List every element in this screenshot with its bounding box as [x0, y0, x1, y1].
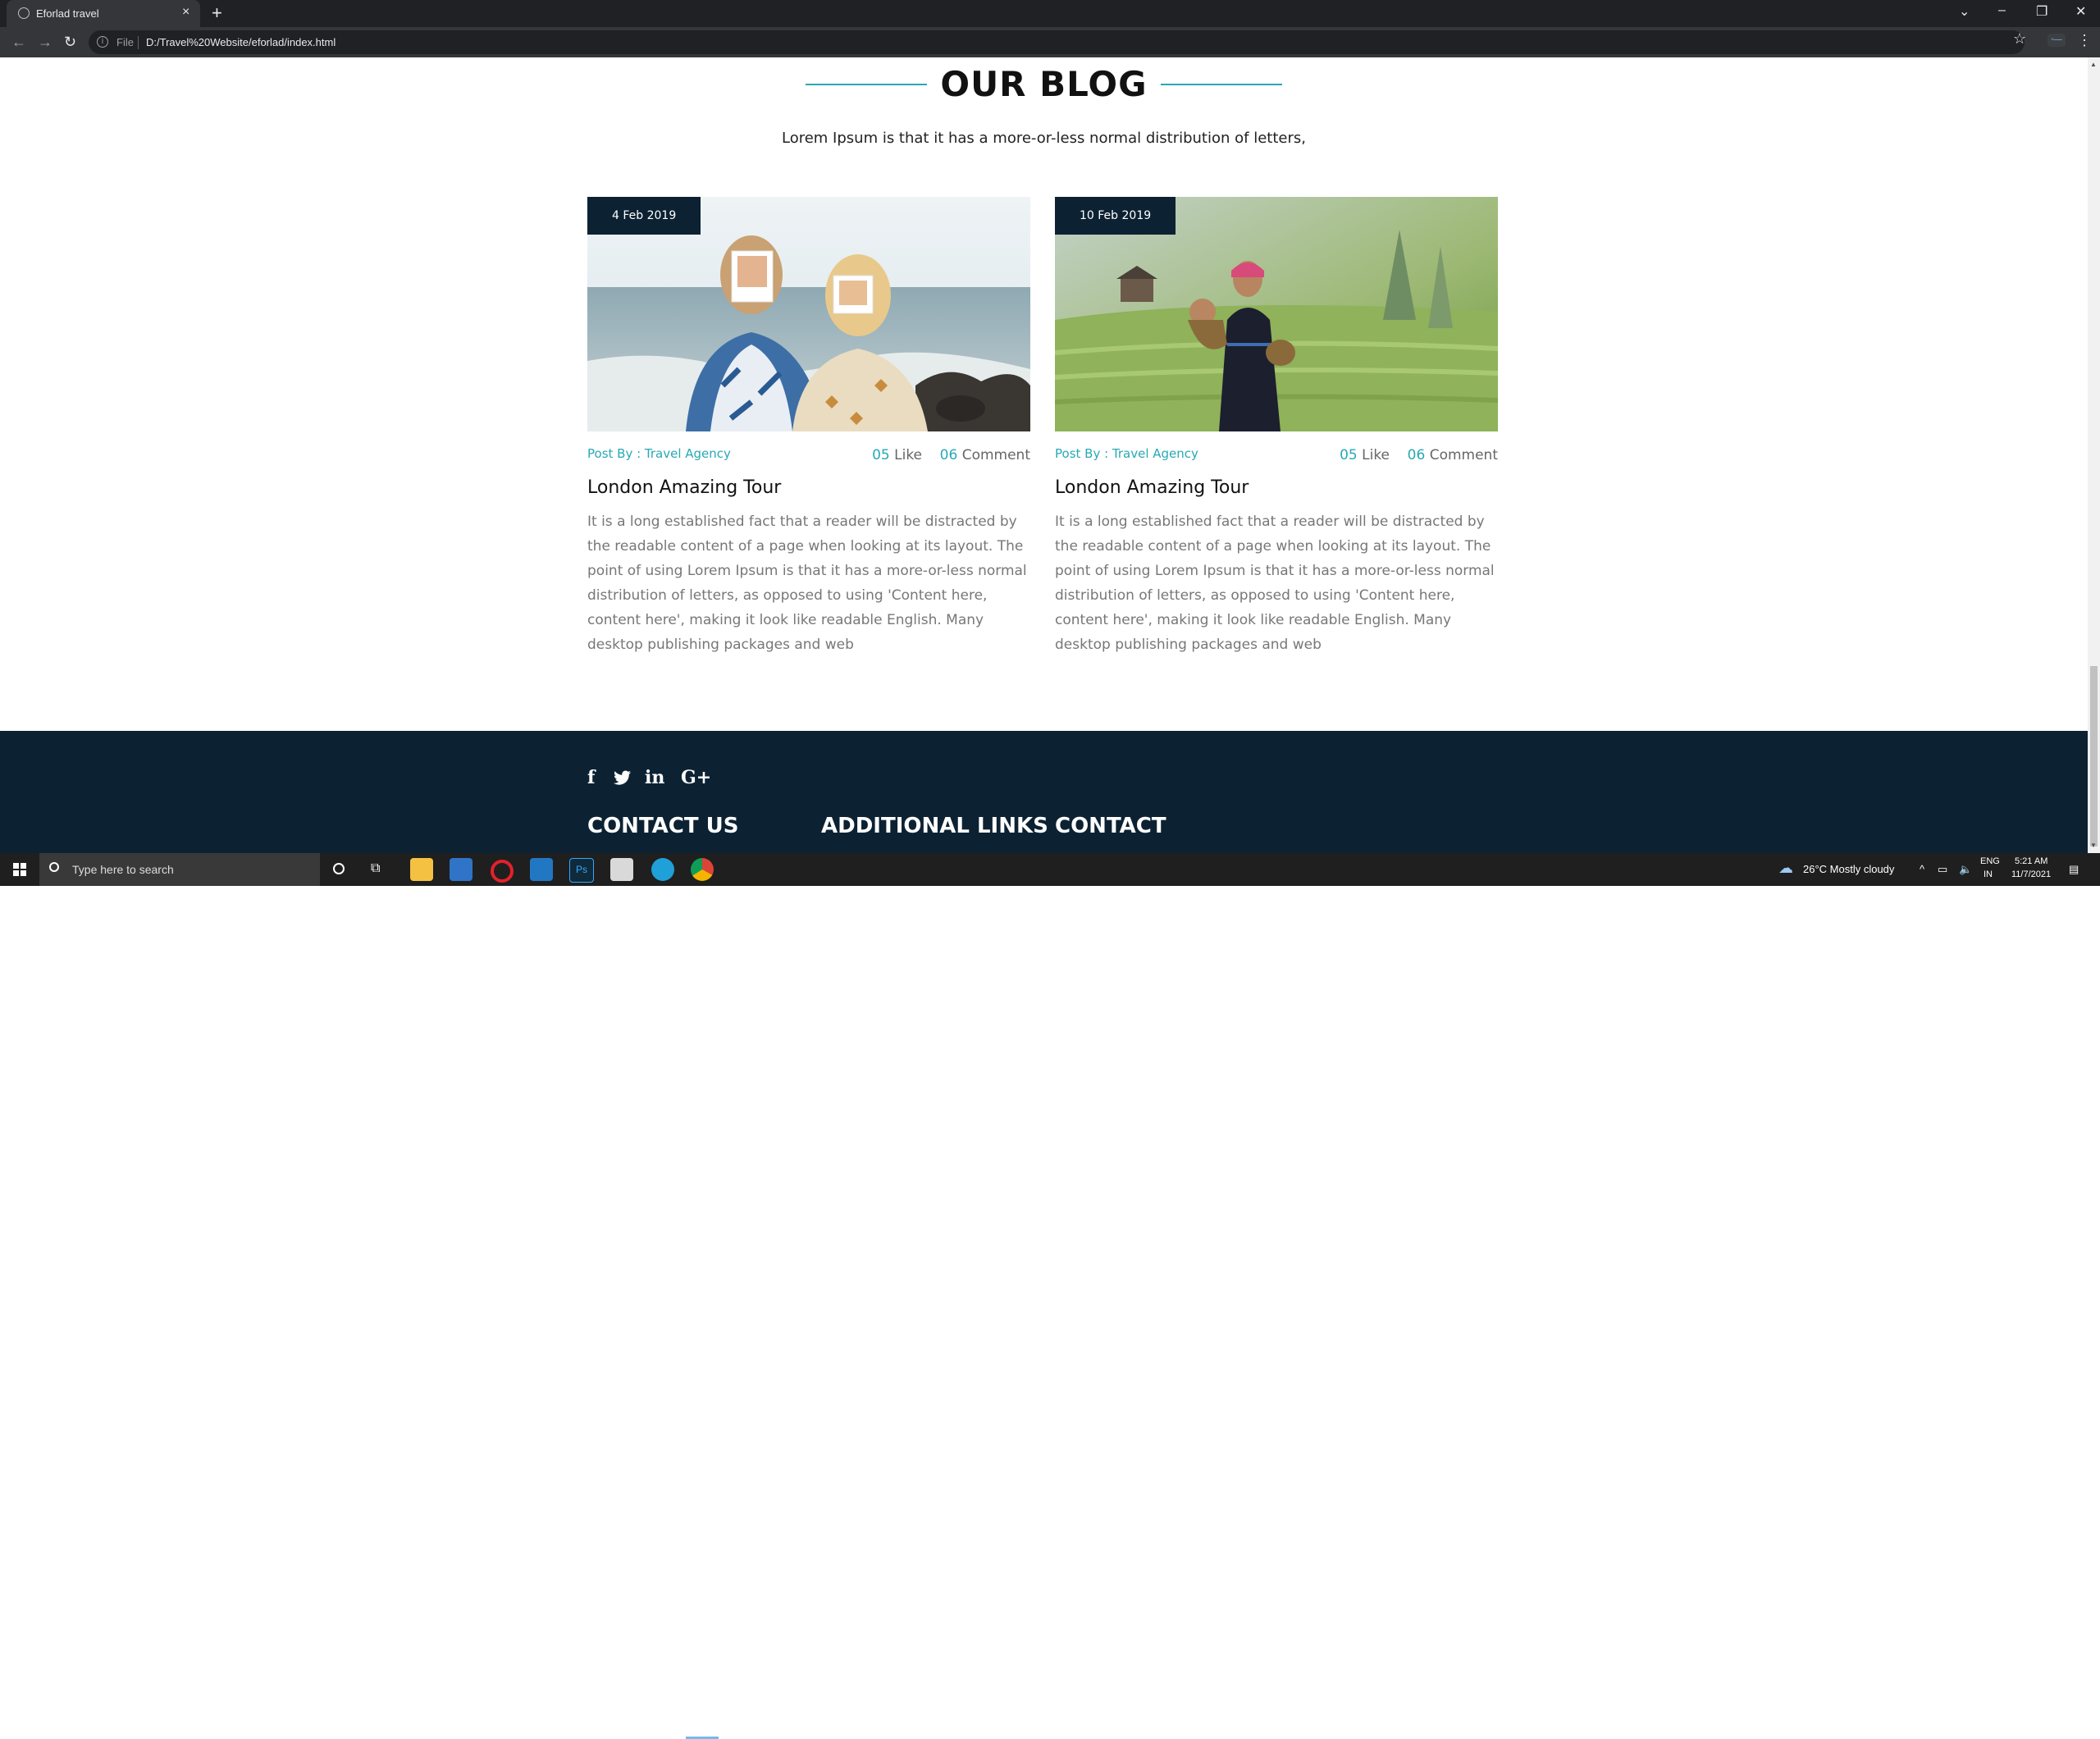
- close-tab-icon[interactable]: ×: [182, 5, 189, 20]
- site-footer: f in G+ CONTACT US ADDITIONAL LINKS CONT…: [0, 731, 2088, 853]
- minimize-button[interactable]: –: [1998, 3, 2006, 18]
- linkedin-icon[interactable]: in: [645, 767, 664, 788]
- blog-subtitle: Lorem Ipsum is that it has a more-or-les…: [782, 130, 1306, 147]
- comment-count: 06: [939, 447, 958, 463]
- restore-button[interactable]: ❐: [2036, 3, 2048, 20]
- post-title[interactable]: London Amazing Tour: [1055, 477, 1249, 498]
- url-text[interactable]: D:/Travel%20Website/eforlad/index.html: [146, 36, 336, 48]
- back-button[interactable]: ←: [11, 34, 26, 51]
- like-count: 05: [1340, 447, 1358, 463]
- notification-icon[interactable]: ▤: [2069, 863, 2079, 876]
- store-icon[interactable]: [610, 858, 633, 881]
- windows-taskbar: Type here to search ⧉ Ps ☁ 26°C Mostly c…: [0, 853, 2100, 1739]
- scroll-up-arrow-icon[interactable]: ▲: [2090, 61, 2097, 68]
- address-scheme-label: File: [116, 36, 134, 48]
- address-separator: [138, 36, 139, 49]
- heading-decor-line: [1160, 83, 1282, 85]
- forward-button[interactable]: →: [38, 34, 52, 51]
- close-window-button[interactable]: ✕: [2075, 3, 2086, 20]
- blog-image-hills[interactable]: 10 Feb 2019: [1055, 197, 1498, 431]
- post-author[interactable]: Post By : Travel Agency: [1055, 446, 1198, 461]
- clock-date[interactable]: 11/7/2021: [2011, 870, 2051, 879]
- post-excerpt: It is a long established fact that a rea…: [587, 513, 1027, 653]
- taskbar-search[interactable]: Type here to search: [39, 853, 320, 886]
- post-stats: 05 Like 06 Comment: [1340, 447, 1498, 463]
- globe-icon: [18, 7, 30, 19]
- google-plus-icon[interactable]: G+: [681, 767, 711, 788]
- comment-label[interactable]: Comment: [962, 447, 1030, 463]
- footer-contact-us-heading: CONTACT US: [587, 814, 739, 838]
- post-date-badge: 4 Feb 2019: [587, 197, 701, 235]
- like-label[interactable]: Like: [1362, 447, 1390, 463]
- footer-contact-heading: CONTACT: [1055, 814, 1166, 838]
- browser-tab[interactable]: Eforlad travel ×: [7, 0, 200, 27]
- extension-icon[interactable]: ◦—: [2048, 34, 2066, 47]
- comment-label[interactable]: Comment: [1430, 447, 1498, 463]
- like-label[interactable]: Like: [894, 447, 922, 463]
- twitter-icon[interactable]: [614, 770, 632, 785]
- cortana-icon[interactable]: [333, 863, 345, 874]
- tray-chevron-icon[interactable]: ^: [1920, 863, 1924, 875]
- page-viewport: OUR BLOG Lorem Ipsum is that it has a mo…: [0, 57, 2088, 853]
- bookmark-star-icon[interactable]: ☆: [2013, 30, 2026, 48]
- comment-count: 06: [1407, 447, 1426, 463]
- post-title[interactable]: London Amazing Tour: [587, 477, 781, 498]
- blog-title: OUR BLOG: [940, 64, 1148, 104]
- clock-time[interactable]: 5:21 AM: [2015, 856, 2048, 866]
- language-code[interactable]: ENG: [1980, 856, 2000, 866]
- chrome-icon[interactable]: [691, 858, 714, 881]
- browser-tab-bar: Eforlad travel × + ⌄ – ❐ ✕: [0, 0, 2100, 27]
- taskbar-search-placeholder: Type here to search: [72, 863, 174, 876]
- region-code[interactable]: IN: [1984, 870, 1993, 879]
- volume-icon[interactable]: 🔈: [1959, 863, 1972, 876]
- edge-icon[interactable]: [651, 858, 674, 881]
- page-scrollbar[interactable]: ▲ ▼: [2088, 57, 2100, 853]
- windows-start-icon[interactable]: [13, 863, 26, 876]
- network-icon[interactable]: ▭: [1938, 863, 1947, 876]
- like-count: 05: [872, 447, 890, 463]
- scroll-thumb[interactable]: [2090, 666, 2098, 847]
- post-stats: 05 Like 06 Comment: [872, 447, 1030, 463]
- mail-icon[interactable]: [450, 858, 472, 881]
- browser-toolbar: ← → ↻ i File D:/Travel%20Website/eforlad…: [0, 27, 2100, 57]
- reload-button[interactable]: ↻: [64, 34, 76, 51]
- tab-title: Eforlad travel: [36, 7, 99, 20]
- blog-heading: OUR BLOG: [0, 64, 2088, 104]
- search-icon: [49, 862, 59, 872]
- post-date-badge: 10 Feb 2019: [1055, 197, 1176, 235]
- post-excerpt: It is a long established fact that a rea…: [1055, 513, 1495, 653]
- photoshop-icon[interactable]: Ps: [569, 858, 594, 883]
- task-view-icon[interactable]: ⧉: [371, 861, 380, 876]
- post-author[interactable]: Post By : Travel Agency: [587, 446, 731, 461]
- blog-card[interactable]: 10 Feb 2019 Post By : Travel Agency 05 L…: [1055, 197, 1498, 653]
- opera-icon[interactable]: [491, 860, 514, 883]
- heading-decor-line: [806, 83, 928, 85]
- info-icon[interactable]: i: [97, 36, 108, 48]
- tab-search-icon[interactable]: ⌄: [1959, 3, 1970, 20]
- scroll-down-arrow-icon[interactable]: ▼: [2090, 842, 2097, 849]
- weather-cloud-icon[interactable]: ☁: [1778, 860, 1793, 877]
- weather-text[interactable]: 26°C Mostly cloudy: [1803, 863, 1894, 875]
- vscode-icon[interactable]: [530, 858, 553, 881]
- blog-image-beach[interactable]: 4 Feb 2019: [587, 197, 1030, 431]
- browser-menu-icon[interactable]: ⋮: [2077, 32, 2092, 49]
- new-tab-button[interactable]: +: [212, 2, 222, 24]
- blog-card[interactable]: 4 Feb 2019 Post By : Travel Agency 05 Li…: [587, 197, 1030, 653]
- address-bar[interactable]: i File D:/Travel%20Website/eforlad/index…: [89, 30, 2025, 54]
- facebook-icon[interactable]: f: [587, 767, 595, 788]
- footer-additional-links-heading: ADDITIONAL LINKS: [821, 814, 1048, 838]
- file-explorer-icon[interactable]: [410, 858, 433, 881]
